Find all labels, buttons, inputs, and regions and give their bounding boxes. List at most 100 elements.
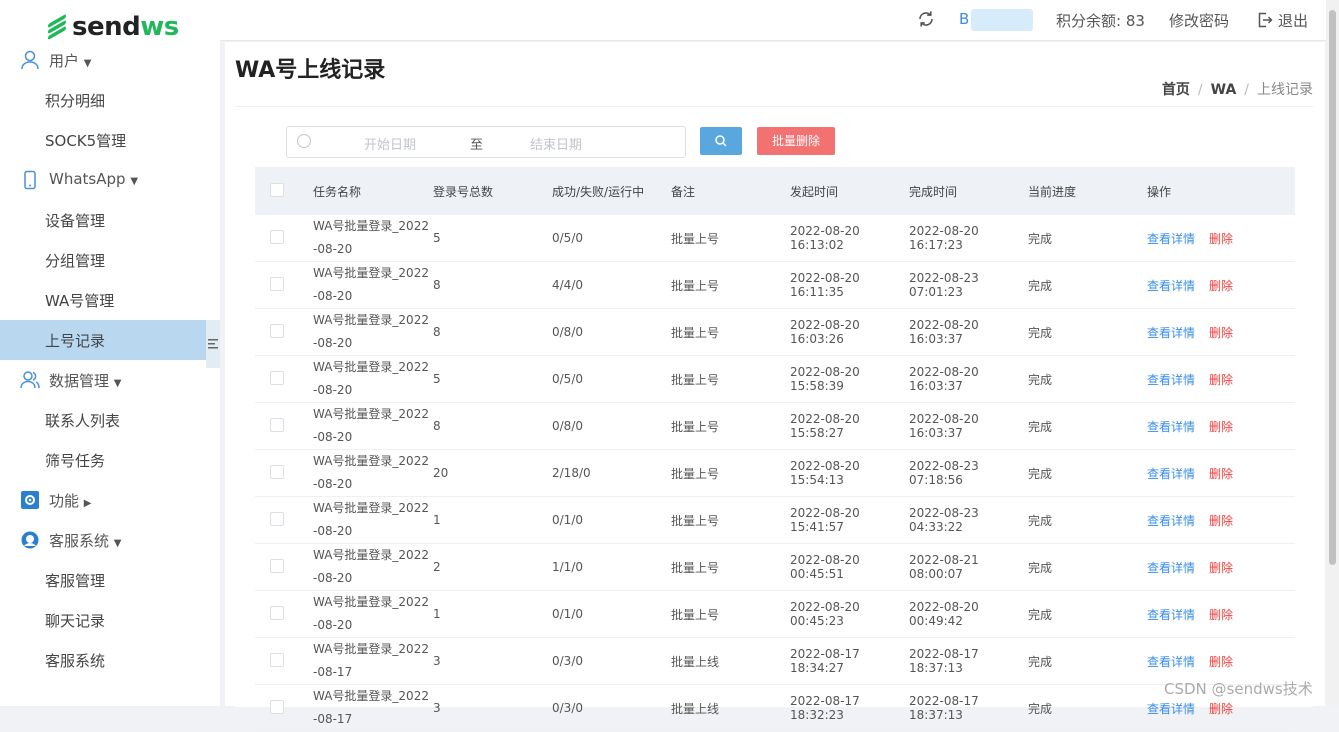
sidebar-item-chat-records[interactable]: 聊天记录 — [0, 600, 220, 640]
row-checkbox[interactable] — [270, 417, 284, 432]
logo-text-part1: send — [72, 12, 141, 42]
view-details-link[interactable]: 查看详情 — [1147, 279, 1195, 293]
row-checkbox[interactable] — [270, 464, 284, 479]
username[interactable]: B — [959, 10, 969, 28]
nav-group-data[interactable]: 数据管理 ▼ — [0, 360, 220, 400]
sidebar-item-cs-management[interactable]: 客服管理 — [0, 560, 220, 600]
view-details-link[interactable]: 查看详情 — [1147, 514, 1195, 528]
remark: 批量上号 — [671, 607, 720, 622]
delete-link[interactable]: 删除 — [1209, 514, 1233, 528]
select-all-checkbox[interactable] — [270, 182, 284, 197]
task-name: WA号批量登录_2022-08-20 — [313, 313, 429, 350]
delete-link[interactable]: 删除 — [1209, 326, 1233, 340]
delete-link[interactable]: 删除 — [1209, 279, 1233, 293]
finish-time: 2022-08-20 16:03:37 — [909, 412, 979, 440]
breadcrumb-home[interactable]: 首页 — [1162, 82, 1190, 98]
nav-group-whatsapp[interactable]: WhatsApp ▼ — [0, 160, 220, 200]
gear-icon — [21, 491, 39, 509]
logout-icon[interactable] — [1257, 12, 1273, 28]
progress-status: 完成 — [1028, 513, 1053, 528]
task-name: WA号批量登录_2022-08-20 — [313, 501, 429, 538]
view-details-link[interactable]: 查看详情 — [1147, 655, 1195, 669]
sidebar-item-label: 积分明细 — [45, 92, 106, 110]
delete-link[interactable]: 删除 — [1209, 232, 1233, 246]
sidebar-item-contacts[interactable]: 联系人列表 — [0, 400, 220, 440]
delete-link[interactable]: 删除 — [1209, 561, 1233, 575]
task-name: WA号批量登录_2022-08-17 — [313, 642, 429, 679]
date-range-picker[interactable]: 开始日期 至 结束日期 — [286, 126, 686, 158]
page-scrollbar[interactable] — [1326, 0, 1339, 706]
sidebar-item-groups[interactable]: 分组管理 — [0, 240, 220, 280]
sidebar-item-sock5[interactable]: SOCK5管理 — [0, 120, 220, 160]
logout-link[interactable]: 退出 — [1278, 10, 1308, 31]
row-checkbox[interactable] — [270, 511, 284, 526]
finish-time: 2022-08-20 16:03:37 — [909, 365, 979, 393]
sidebar-item-devices[interactable]: 设备管理 — [0, 200, 220, 240]
login-total: 8 — [433, 419, 441, 433]
row-checkbox[interactable] — [270, 323, 284, 338]
start-time: 2022-08-20 16:03:26 — [790, 318, 860, 346]
delete-link[interactable]: 删除 — [1209, 373, 1233, 387]
sendws-logo[interactable]: sendws — [48, 12, 179, 42]
view-details-link[interactable]: 查看详情 — [1147, 232, 1195, 246]
view-details-link[interactable]: 查看详情 — [1147, 608, 1195, 622]
delete-link[interactable]: 删除 — [1209, 467, 1233, 481]
result-counts: 0/3/0 — [552, 701, 583, 715]
sidebar-item-label: 设备管理 — [45, 212, 106, 230]
refresh-icon[interactable] — [917, 10, 935, 28]
delete-link[interactable]: 删除 — [1209, 655, 1233, 669]
progress-status: 完成 — [1028, 278, 1053, 293]
nav-group-cs-label: 客服系统 — [49, 532, 110, 550]
caret-down-icon: ▼ — [113, 378, 122, 389]
progress-status: 完成 — [1028, 560, 1053, 575]
remark: 批量上号 — [671, 325, 720, 340]
view-details-link[interactable]: 查看详情 — [1147, 561, 1195, 575]
logo-mark-icon — [48, 13, 68, 41]
sidebar-item-points[interactable]: 积分明细 — [0, 80, 220, 120]
nav-group-functions[interactable]: 功能 ▶ — [0, 480, 220, 520]
view-details-link[interactable]: 查看详情 — [1147, 702, 1195, 716]
sidebar-item-cs-system[interactable]: 客服系统 — [0, 640, 220, 680]
row-checkbox[interactable] — [270, 558, 284, 573]
change-password-link[interactable]: 修改密码 — [1169, 10, 1229, 31]
start-time: 2022-08-20 00:45:23 — [790, 600, 860, 628]
column-header: 登录号总数 — [433, 184, 494, 199]
delete-link[interactable]: 删除 — [1209, 608, 1233, 622]
column-header: 当前进度 — [1028, 184, 1077, 199]
start-date-input[interactable]: 开始日期 — [364, 134, 416, 153]
nav-group-whatsapp-label: WhatsApp — [49, 170, 126, 188]
row-checkbox[interactable] — [270, 370, 284, 385]
sidebar-item-wa-accounts[interactable]: WA号管理 — [0, 280, 220, 320]
progress-status: 完成 — [1028, 466, 1053, 481]
table-body: WA号批量登录_2022-08-20 5 0/5/0 批量上号 2022-08-20 1… — [255, 215, 1295, 732]
nav-group-customer-service[interactable]: 客服系统 ▼ — [0, 520, 220, 560]
row-checkbox[interactable] — [270, 699, 284, 714]
watermark: CSDN @sendws技术 — [1164, 680, 1313, 698]
row-checkbox[interactable] — [270, 276, 284, 291]
column-header: 备注 — [671, 184, 696, 199]
caret-down-icon: ▼ — [113, 538, 122, 549]
view-details-link[interactable]: 查看详情 — [1147, 420, 1195, 434]
result-counts: 0/1/0 — [552, 607, 583, 621]
row-checkbox[interactable] — [270, 652, 284, 667]
view-details-link[interactable]: 查看详情 — [1147, 326, 1195, 340]
search-button[interactable] — [700, 127, 742, 155]
view-details-link[interactable]: 查看详情 — [1147, 467, 1195, 481]
breadcrumb-wa[interactable]: WA — [1211, 82, 1237, 98]
sidebar-item-login-records[interactable]: 上号记录 — [0, 320, 206, 360]
row-checkbox[interactable] — [270, 605, 284, 620]
sidebar-item-filter-tasks[interactable]: 筛号任务 — [0, 440, 220, 480]
start-time: 2022-08-20 15:54:13 — [790, 459, 860, 487]
result-counts: 0/5/0 — [552, 372, 583, 386]
batch-delete-button[interactable]: 批量删除 — [757, 127, 835, 155]
view-details-link[interactable]: 查看详情 — [1147, 373, 1195, 387]
row-checkbox[interactable] — [270, 229, 284, 244]
scrollbar-thumb[interactable] — [1329, 10, 1336, 565]
start-time: 2022-08-17 18:34:27 — [790, 647, 860, 675]
delete-link[interactable]: 删除 — [1209, 702, 1233, 716]
end-date-input[interactable]: 结束日期 — [530, 134, 582, 153]
nav-group-user[interactable]: 用户 ▼ — [0, 40, 220, 80]
table-row: WA号批量登录_2022-08-20 8 0/8/0 批量上号 2022-08-20 1… — [255, 403, 1295, 450]
finish-time: 2022-08-17 18:37:13 — [909, 647, 979, 675]
delete-link[interactable]: 删除 — [1209, 420, 1233, 434]
